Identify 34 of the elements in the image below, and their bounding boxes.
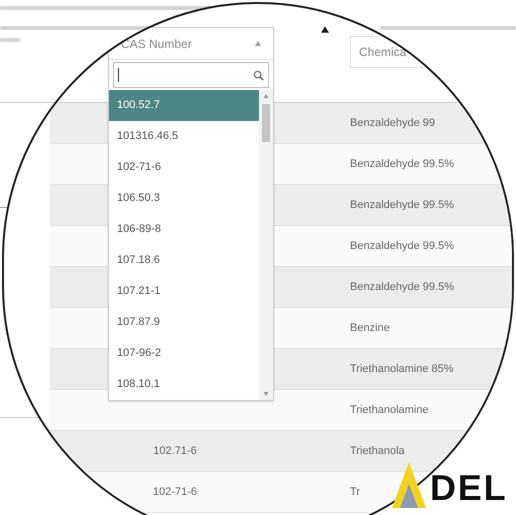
dropdown-option[interactable]: 102-71-6 xyxy=(109,152,259,183)
search-icon xyxy=(253,70,264,80)
table-cell-text: Benzaldehyde 99.5% xyxy=(350,280,454,295)
logo: DEL xyxy=(392,462,508,508)
dropdown-option[interactable]: 101316.46.5 xyxy=(109,121,259,152)
table-cell-text: Benzaldehyde 99.5% xyxy=(350,198,454,213)
table-cell-text: Tr xyxy=(350,484,360,500)
logo-triangle-icon xyxy=(392,462,426,508)
dropdown-option[interactable]: 107-96-2 xyxy=(109,338,259,369)
dropdown-option[interactable]: 108.10,1 xyxy=(109,369,259,400)
dropdown-option[interactable]: 106-89-8 xyxy=(109,214,259,245)
search-field[interactable] xyxy=(113,62,269,88)
table-cell-text: Triethanola xyxy=(350,444,405,459)
scrollbar-thumb[interactable] xyxy=(262,104,270,142)
blurred-text-line xyxy=(0,38,20,42)
table-cell-text: Triethanolamine xyxy=(350,402,428,418)
table-cell-text: Benzaldehyde 99.5% xyxy=(350,238,454,254)
scrollbar[interactable] xyxy=(259,90,273,400)
scroll-up-icon xyxy=(263,94,269,98)
text-cursor xyxy=(118,68,119,82)
sort-arrow-icon xyxy=(255,41,261,46)
table-cell-text: 102.71-6 xyxy=(153,444,197,459)
table-cell-text: Benzaldehyde 99.5% xyxy=(350,156,454,172)
dropdown-option[interactable]: 106.50.3 xyxy=(109,183,259,214)
dropdown-option[interactable]: 107.21-1 xyxy=(109,276,259,307)
sort-arrow-icon xyxy=(321,26,329,33)
scroll-down-icon xyxy=(263,392,269,396)
dropdown-option[interactable]: 107.18.6 xyxy=(109,245,259,276)
table-cell-text: Benzaldehyde 99 xyxy=(350,116,436,131)
table-cell-text: Benzine xyxy=(350,320,390,336)
dropdown-option[interactable]: 107.87.9 xyxy=(109,307,259,338)
table-cell-text: 102-71-6 xyxy=(152,484,198,500)
table-cell-text: Triethanolamine 85% xyxy=(350,362,454,377)
dropdown-option[interactable]: 100.52.7 xyxy=(109,90,259,121)
